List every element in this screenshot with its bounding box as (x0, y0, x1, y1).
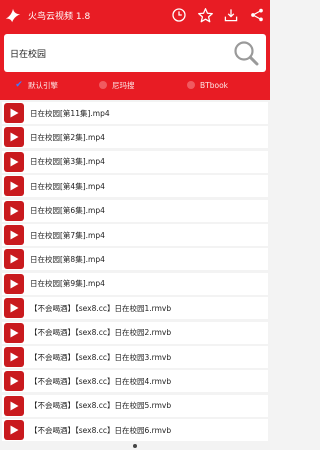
play-icon (4, 200, 24, 221)
play-icon (4, 151, 24, 172)
share-button[interactable] (244, 0, 270, 30)
play-icon (4, 371, 24, 392)
clock-icon (172, 8, 186, 22)
bird-logo-icon (0, 0, 26, 30)
radio-dot-icon (98, 80, 108, 90)
play-icon (4, 103, 24, 123)
list-item[interactable]: 【不会喝酒】【sex8.cc】日在校园2.rmvb (2, 321, 268, 344)
engine-label: 默认引擎 (28, 80, 58, 90)
list-item-title: 日在校园[第4集].mp4 (30, 181, 105, 191)
engine-option-nimasou[interactable]: 尼玛搜 (98, 74, 135, 96)
engine-option-default[interactable]: ✔ 默认引擎 (14, 74, 58, 96)
play-icon (4, 420, 24, 441)
play-icon (4, 298, 24, 319)
list-item[interactable]: 【不会喝酒】【sex8.cc】日在校园5.rmvb (2, 394, 268, 417)
favorites-button[interactable] (192, 0, 218, 30)
history-button[interactable] (166, 0, 192, 30)
play-icon (4, 347, 24, 367)
list-item[interactable]: 日在校园[第2集].mp4 (2, 126, 268, 149)
list-item-title: 【不会喝酒】【sex8.cc】日在校园2.rmvb (30, 328, 172, 338)
scroll-indicator (133, 444, 137, 448)
list-item-title: 日在校园[第7集].mp4 (30, 230, 105, 240)
list-item[interactable]: 日在校园[第6集].mp4 (2, 199, 268, 222)
checkmark-icon: ✔ (15, 80, 23, 90)
search-engine-options: ✔ 默认引擎 尼玛搜 BTbook (0, 74, 270, 96)
play-icon (4, 273, 24, 294)
app-bar: 火鸟云视频 1.8 (0, 0, 270, 30)
search-box (4, 34, 266, 72)
list-item[interactable]: 日在校园[第7集].mp4 (2, 224, 268, 246)
play-icon (4, 322, 24, 343)
search-icon (234, 41, 259, 66)
list-item[interactable]: 【不会喝酒】【sex8.cc】日在校园4.rmvb (2, 370, 268, 393)
list-item-title: 日在校园[第8集].mp4 (30, 254, 105, 264)
list-item[interactable]: 日在校园[第3集].mp4 (2, 150, 268, 173)
list-item[interactable]: 日在校园[第4集].mp4 (2, 175, 268, 198)
play-icon (4, 176, 24, 197)
engine-label: 尼玛搜 (112, 80, 135, 90)
list-item[interactable]: 【不会喝酒】【sex8.cc】日在校园1.rmvb (2, 297, 268, 320)
list-item-title: 日在校园[第3集].mp4 (30, 157, 105, 167)
list-item-title: 日在校园[第9集].mp4 (30, 279, 105, 289)
engine-option-btbook[interactable]: BTbook (186, 74, 228, 96)
list-item-title: 【不会喝酒】【sex8.cc】日在校园3.rmvb (30, 352, 172, 362)
list-item-title: 日在校园[第6集].mp4 (30, 206, 105, 216)
list-item-title: 【不会喝酒】【sex8.cc】日在校园4.rmvb (30, 376, 172, 386)
list-item[interactable]: 【不会喝酒】【sex8.cc】日在校园6.rmvb (2, 419, 268, 442)
search-button[interactable] (230, 37, 262, 69)
list-item-title: 【不会喝酒】【sex8.cc】日在校园5.rmvb (30, 401, 172, 411)
download-icon (224, 9, 238, 22)
list-item-title: 日在校园[第2集].mp4 (30, 132, 105, 142)
play-icon (4, 395, 24, 416)
results-list: 日在校园[第11集].mp4 日在校园[第2集].mp4 日在校园[第3集].mp4… (0, 100, 270, 450)
share-icon (251, 8, 263, 22)
play-icon (4, 225, 24, 245)
search-input[interactable] (10, 34, 228, 72)
app-title: 火鸟云视频 1.8 (28, 11, 91, 22)
list-item[interactable]: 【不会喝酒】【sex8.cc】日在校园3.rmvb (2, 346, 268, 368)
list-item[interactable]: 日在校园[第11集].mp4 (2, 102, 268, 124)
download-button[interactable] (218, 0, 244, 30)
list-item-title: 【不会喝酒】【sex8.cc】日在校园1.rmvb (30, 303, 172, 313)
radio-dot-icon (186, 80, 196, 90)
list-item-title: 【不会喝酒】【sex8.cc】日在校园6.rmvb (30, 425, 172, 435)
list-item[interactable]: 日在校园[第8集].mp4 (2, 248, 268, 271)
play-icon (4, 249, 24, 270)
engine-label: BTbook (200, 80, 229, 90)
play-icon (4, 127, 24, 148)
star-icon (197, 7, 213, 22)
list-item-title: 日在校园[第11集].mp4 (30, 108, 110, 118)
list-item[interactable]: 日在校园[第9集].mp4 (2, 272, 268, 295)
